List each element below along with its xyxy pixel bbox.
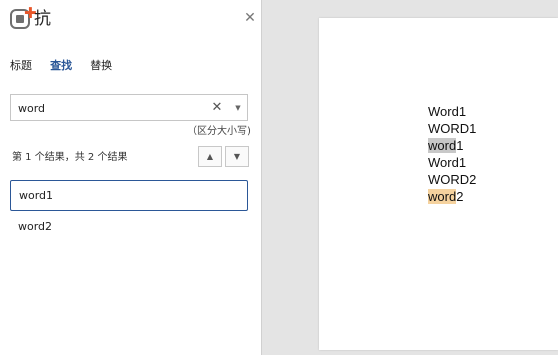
tab-headings[interactable]: 标题 [10, 58, 32, 74]
result-item[interactable]: word2 [10, 212, 248, 243]
next-result-button[interactable]: ▼ [225, 146, 249, 167]
match-case-note: （区分大小写) [187, 126, 251, 137]
arrow-up-icon: ▲ [206, 152, 214, 161]
chevron-down-icon[interactable]: ▼ [232, 98, 244, 118]
line-text: WORD1 [428, 121, 477, 136]
clear-icon[interactable]: ✕ [209, 98, 225, 118]
tab-replace[interactable]: 替换 [90, 58, 112, 74]
document-line: Word1 [428, 103, 466, 120]
search-box: ✕ ▼ [10, 94, 248, 121]
tab-find[interactable]: 查找 [50, 58, 72, 74]
document-page[interactable]: Word1 WORD1 word1 Word1 WORD2 word2 [319, 18, 558, 350]
document-line: word1 [428, 137, 463, 154]
search-input[interactable] [18, 99, 198, 117]
result-count: 第 1 个结果，共 2 个结果 [12, 152, 128, 163]
current-match-highlight: word [428, 138, 457, 153]
document-line: WORD1 [428, 120, 476, 137]
app-logo: ✚ 抗 [10, 6, 51, 32]
pane-tabs: 标题 查找 替换 [10, 54, 125, 72]
document-line: word2 [428, 188, 463, 205]
document-area: Word1 WORD1 word1 Word1 WORD2 word2 [263, 0, 558, 355]
line-text: 2 [456, 189, 464, 204]
line-text: Word1 [428, 155, 467, 170]
line-text: 1 [456, 138, 464, 153]
close-icon[interactable]: ✕ [241, 9, 259, 27]
line-text: Word1 [428, 104, 467, 119]
navigation-pane: ✚ 抗 ✕ 标题 查找 替换 ✕ ▼ （区分大小写) 第 1 个结果，共 2 个… [0, 0, 262, 355]
previous-result-button[interactable]: ▲ [198, 146, 222, 167]
match-highlight: word [428, 189, 457, 204]
arrow-down-icon: ▼ [233, 152, 241, 161]
document-line: WORD2 [428, 171, 476, 188]
line-text: WORD2 [428, 172, 477, 187]
logo-text: 抗 [34, 9, 51, 29]
document-line: Word1 [428, 154, 466, 171]
result-item[interactable]: word1 [10, 180, 248, 211]
